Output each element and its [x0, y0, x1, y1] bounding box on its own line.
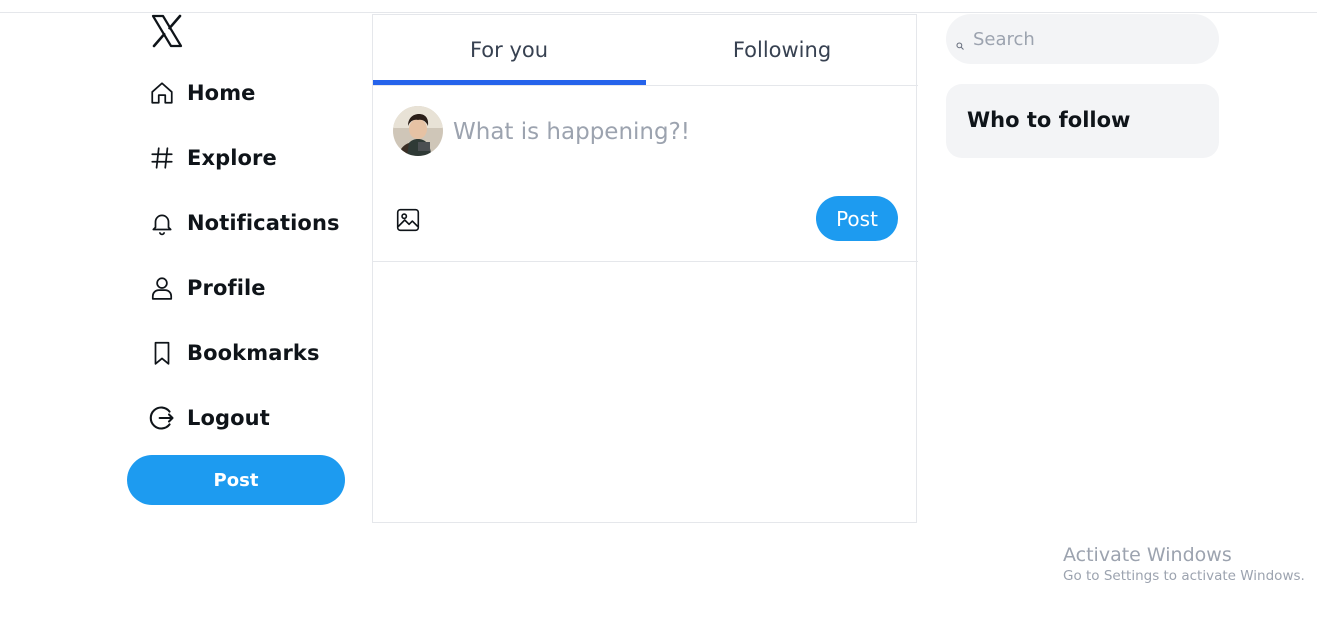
sidebar-item-label: Notifications	[187, 211, 340, 235]
sidebar-item-logout[interactable]: Logout	[148, 398, 270, 438]
activate-windows-watermark: Activate Windows Go to Settings to activ…	[1063, 544, 1305, 586]
compose-post-button[interactable]: Post	[816, 196, 898, 241]
who-to-follow-title: Who to follow	[967, 108, 1131, 132]
hashtag-icon	[148, 144, 176, 172]
browser-top-divider	[0, 12, 1317, 13]
sidebar-item-profile[interactable]: Profile	[148, 268, 266, 308]
search-input[interactable]	[973, 26, 1203, 52]
user-icon	[148, 274, 176, 302]
sidebar-item-bookmarks[interactable]: Bookmarks	[148, 333, 320, 373]
home-icon	[148, 79, 176, 107]
bookmark-icon	[148, 339, 176, 367]
who-to-follow-panel: Who to follow	[946, 84, 1219, 158]
sidebar-post-button[interactable]: Post	[127, 455, 345, 505]
sidebar-item-explore[interactable]: Explore	[148, 138, 277, 178]
watermark-subtitle: Go to Settings to activate Windows.	[1063, 568, 1305, 584]
sidebar-item-label: Home	[187, 81, 256, 105]
main-feed: For you Following Post	[372, 14, 918, 523]
image-icon[interactable]	[395, 207, 421, 233]
sidebar-item-notifications[interactable]: Notifications	[148, 203, 340, 243]
avatar[interactable]	[393, 106, 443, 156]
search-box[interactable]	[946, 14, 1219, 64]
sidebar-item-label: Logout	[187, 406, 270, 430]
search-icon	[956, 35, 964, 50]
compose-input[interactable]	[453, 112, 893, 152]
post-composer: Post	[373, 86, 918, 262]
tab-following[interactable]: Following	[646, 15, 918, 85]
sidebar-item-label: Explore	[187, 146, 277, 170]
watermark-title: Activate Windows	[1063, 544, 1232, 566]
tab-for-you[interactable]: For you	[373, 15, 645, 85]
x-logo-icon[interactable]	[150, 14, 184, 48]
sidebar-item-label: Bookmarks	[187, 341, 320, 365]
feed-tabs: For you Following	[373, 15, 918, 86]
bell-icon	[148, 209, 176, 237]
logout-icon	[148, 404, 176, 432]
active-tab-indicator	[373, 80, 646, 85]
sidebar-item-label: Profile	[187, 276, 266, 300]
sidebar-item-home[interactable]: Home	[148, 73, 256, 113]
